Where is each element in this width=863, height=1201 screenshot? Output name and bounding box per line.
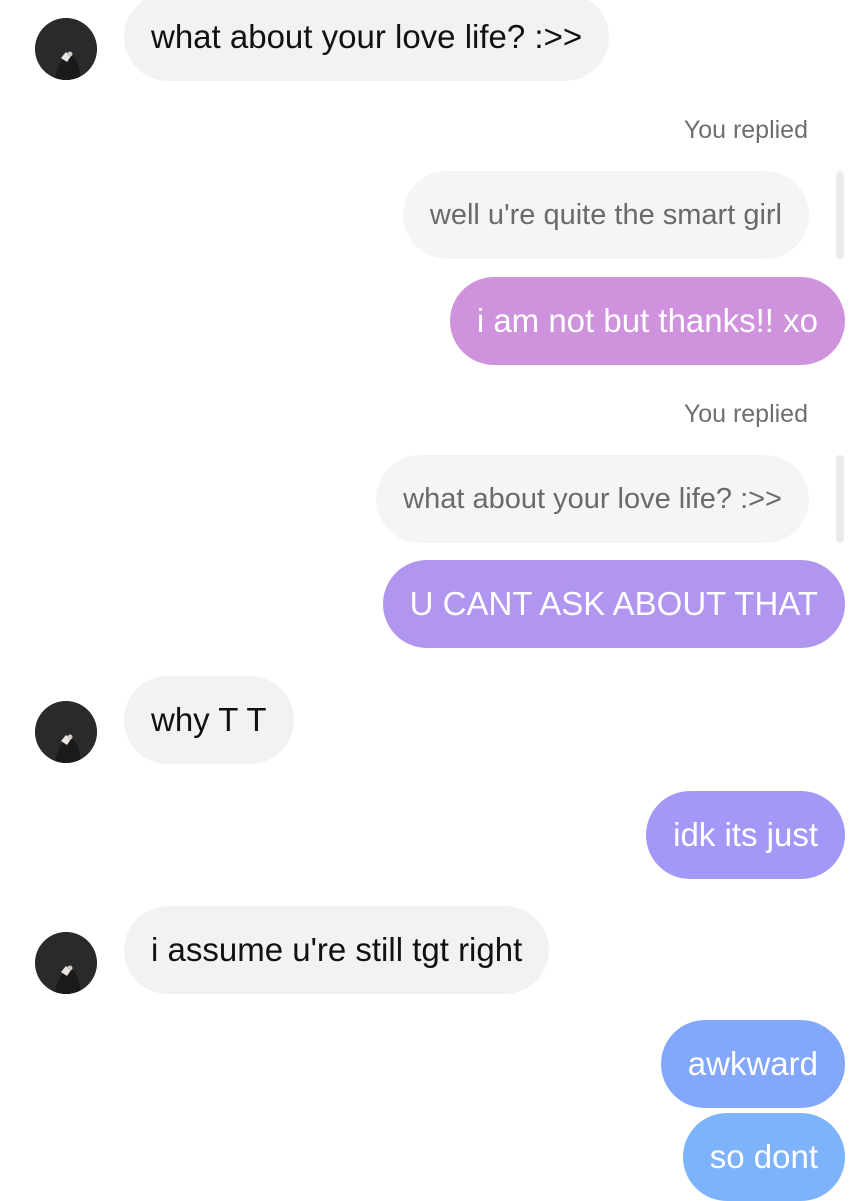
chat-thread: what about your love life? :>> You repli… <box>0 0 863 1201</box>
message-text: U CANT ASK ABOUT THAT <box>409 585 818 622</box>
incoming-message[interactable]: what about your love life? :>> <box>124 0 610 81</box>
contact-photo-icon <box>35 701 97 763</box>
you-replied-label: You replied <box>683 400 808 428</box>
outgoing-message[interactable]: U CANT ASK ABOUT THAT <box>382 560 845 648</box>
message-text: what about your love life? :>> <box>151 18 583 55</box>
message-text: why T T <box>151 701 267 738</box>
avatar-icon[interactable] <box>35 18 97 80</box>
avatar-icon[interactable] <box>35 932 97 994</box>
outgoing-message[interactable]: so dont <box>682 1113 845 1201</box>
message-text: i assume u're still tgt right <box>151 931 523 968</box>
message-text: so dont <box>709 1138 818 1175</box>
quote-indicator <box>836 455 844 543</box>
quoted-text: well u're quite the smart girl <box>429 199 782 231</box>
quoted-text: what about your love life? :>> <box>403 483 782 515</box>
message-text: idk its just <box>673 816 818 853</box>
contact-photo-icon <box>35 18 97 80</box>
incoming-message[interactable]: i assume u're still tgt right <box>124 906 550 994</box>
quote-indicator <box>836 171 844 259</box>
quoted-message[interactable]: what about your love life? :>> <box>376 455 809 543</box>
you-replied-label: You replied <box>683 116 808 144</box>
contact-photo-icon <box>35 932 97 994</box>
message-text: i am not but thanks!! xo <box>476 302 818 339</box>
incoming-message[interactable]: why T T <box>124 676 294 764</box>
outgoing-message[interactable]: awkward <box>660 1020 845 1108</box>
message-text: awkward <box>687 1045 818 1082</box>
outgoing-message[interactable]: i am not but thanks!! xo <box>449 277 845 365</box>
outgoing-message[interactable]: idk its just <box>646 791 845 879</box>
quoted-message[interactable]: well u're quite the smart girl <box>402 171 809 259</box>
avatar-icon[interactable] <box>35 701 97 763</box>
